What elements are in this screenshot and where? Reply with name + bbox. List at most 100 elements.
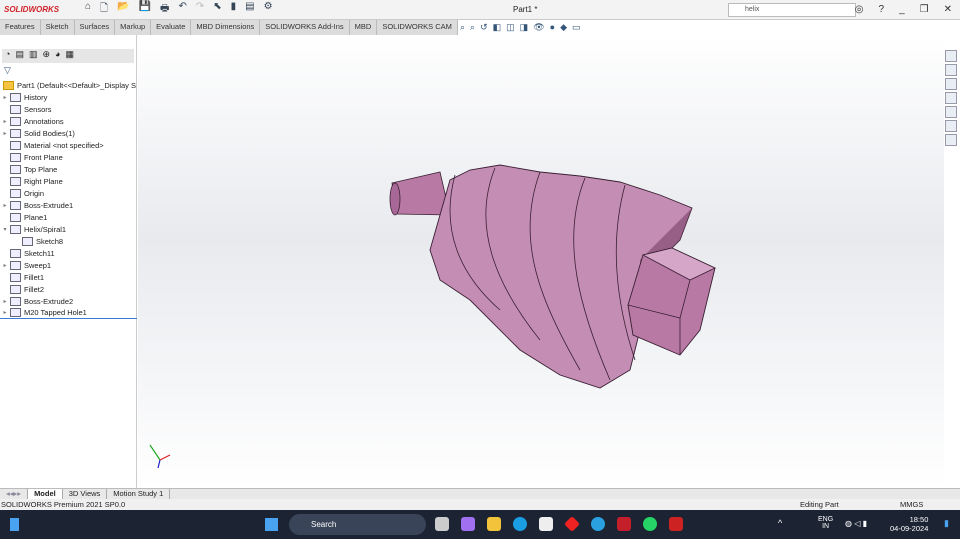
tab-motion-study[interactable]: Motion Study 1: [107, 489, 171, 499]
zoom-area-icon[interactable]: ⌕: [470, 22, 475, 33]
appearances-icon[interactable]: [945, 106, 957, 118]
options-gear-icon[interactable]: ⚙: [264, 1, 273, 18]
dimxpert-tab-icon[interactable]: ⊕: [42, 49, 50, 63]
expand-arrow-icon[interactable]: ▸: [0, 298, 10, 305]
feature-manager-tab-icon[interactable]: ◔: [5, 49, 10, 63]
tab-addins[interactable]: SOLIDWORKS Add-Ins: [260, 20, 350, 35]
tab-surfaces[interactable]: Surfaces: [75, 20, 116, 35]
tree-item[interactable]: Fillet1: [0, 271, 137, 283]
file-explorer-icon[interactable]: [487, 517, 501, 531]
filter-icon[interactable]: ▽: [4, 65, 11, 76]
close-button[interactable]: ✕: [944, 4, 952, 15]
design-library-icon[interactable]: [945, 64, 957, 76]
network-volume-battery-icons[interactable]: ◍ ◁ ▮: [845, 519, 867, 528]
tree-item[interactable]: Right Plane: [0, 175, 137, 187]
start-button[interactable]: [265, 518, 278, 531]
help-app-icon[interactable]: [591, 517, 605, 531]
task-view-icon[interactable]: [435, 517, 449, 531]
previous-view-icon[interactable]: ↺: [480, 22, 488, 33]
tree-item[interactable]: ▸ Annotations: [0, 115, 137, 127]
app-diamond-icon[interactable]: [564, 516, 580, 532]
configuration-manager-tab-icon[interactable]: ▥: [29, 49, 38, 63]
copilot-icon[interactable]: [461, 517, 475, 531]
tree-item[interactable]: ▸ Boss-Extrude2: [0, 295, 137, 307]
restore-button[interactable]: ❐: [920, 4, 929, 15]
clock-date[interactable]: 04-09-2024: [890, 524, 928, 533]
appearance-icon[interactable]: ●: [550, 22, 555, 33]
expand-arrow-icon[interactable]: ▸: [0, 118, 10, 125]
undo-icon[interactable]: ↶: [178, 1, 186, 18]
redo-icon[interactable]: ↷: [196, 1, 204, 18]
edge-icon[interactable]: [513, 517, 527, 531]
view-orientation-icon[interactable]: ◫: [506, 22, 515, 33]
language-code[interactable]: ENG: [818, 516, 833, 523]
tree-item[interactable]: Sketch11: [0, 247, 137, 259]
rebuild-icon[interactable]: ▮: [231, 1, 237, 18]
view-settings-icon[interactable]: ▭: [572, 22, 581, 33]
tree-item[interactable]: Front Plane: [0, 151, 137, 163]
select-icon[interactable]: ⬉: [213, 1, 221, 18]
language-region[interactable]: IN: [818, 523, 833, 530]
tab-sketch[interactable]: Sketch: [41, 20, 75, 35]
tab-3d-views[interactable]: 3D Views: [63, 489, 108, 499]
hide-show-icon[interactable]: 👁: [533, 22, 544, 33]
expand-arrow-icon[interactable]: ▸: [0, 130, 10, 137]
display-style-icon[interactable]: ◨: [520, 22, 529, 33]
taskbar-search[interactable]: Search: [289, 514, 426, 535]
tree-item[interactable]: Origin: [0, 187, 137, 199]
expand-arrow-icon[interactable]: ▸: [0, 309, 10, 316]
help-icon[interactable]: ?: [879, 4, 885, 15]
tree-item[interactable]: ▸ Boss-Extrude1: [0, 199, 137, 211]
solidworks-resources-icon[interactable]: [945, 50, 957, 62]
tab-cam[interactable]: SOLIDWORKS CAM: [377, 20, 458, 35]
store-icon[interactable]: [539, 517, 553, 531]
tab-markup[interactable]: Markup: [115, 20, 152, 35]
search-input[interactable]: helix: [728, 3, 856, 17]
expand-arrow-icon[interactable]: ▸: [0, 94, 10, 101]
user-icon[interactable]: ◎: [855, 4, 864, 15]
whatsapp-icon[interactable]: [643, 517, 657, 531]
expand-arrow-icon[interactable]: ▸: [0, 202, 10, 209]
tab-features[interactable]: Features: [0, 20, 41, 35]
print-icon[interactable]: 🖶: [160, 1, 169, 18]
view-palette-icon[interactable]: [945, 92, 957, 104]
property-manager-tab-icon[interactable]: ▤: [15, 49, 24, 63]
mcafee-icon[interactable]: [617, 517, 631, 531]
tree-item[interactable]: Sketch8: [0, 235, 137, 247]
graphics-area[interactable]: [138, 35, 944, 488]
tab-mbd[interactable]: MBD: [350, 20, 378, 35]
tree-item[interactable]: Plane1: [0, 211, 137, 223]
tree-item[interactable]: ▸ Solid Bodies(1): [0, 127, 137, 139]
tree-item[interactable]: Fillet2: [0, 283, 137, 295]
tree-item[interactable]: ▸ Sweep1: [0, 259, 137, 271]
zoom-fit-icon[interactable]: ⌕: [460, 22, 465, 33]
clock-time[interactable]: 18:50: [890, 515, 929, 524]
cam-tab-icon[interactable]: ▦: [65, 49, 74, 63]
file-explorer-icon[interactable]: [945, 78, 957, 90]
tab-scroll-arrows[interactable]: ◂◂▸▸: [0, 489, 29, 499]
units-selector[interactable]: MMGS: [900, 500, 923, 509]
tree-item[interactable]: Sensors: [0, 103, 137, 115]
file-properties-icon[interactable]: ▤: [245, 1, 254, 18]
display-manager-tab-icon[interactable]: ◕: [55, 49, 60, 63]
scene-icon[interactable]: ◆: [560, 22, 567, 33]
open-icon[interactable]: 📂: [117, 1, 129, 18]
tree-root[interactable]: Part1 (Default<<Default>_Display S: [0, 79, 137, 91]
minimize-button[interactable]: _: [899, 4, 905, 15]
forum-icon[interactable]: [945, 134, 957, 146]
tree-item[interactable]: ▸ History: [0, 91, 137, 103]
notification-icon[interactable]: ▮: [944, 518, 949, 529]
section-view-icon[interactable]: ◧: [493, 22, 502, 33]
solidworks-taskbar-icon[interactable]: [669, 517, 683, 531]
new-icon[interactable]: 🗋: [100, 1, 108, 18]
tab-evaluate[interactable]: Evaluate: [151, 20, 192, 35]
tab-mbd-dimensions[interactable]: MBD Dimensions: [191, 20, 261, 35]
widgets-icon[interactable]: [10, 518, 19, 531]
tab-model[interactable]: Model: [28, 489, 63, 499]
custom-properties-icon[interactable]: [945, 120, 957, 132]
tray-chevron-icon[interactable]: ^: [778, 518, 782, 528]
tree-item[interactable]: ▾ Helix/Spiral1: [0, 223, 137, 235]
expand-arrow-icon[interactable]: ▸: [0, 262, 10, 269]
tree-item[interactable]: Material <not specified>: [0, 139, 137, 151]
tree-item[interactable]: ▸ M20 Tapped Hole1: [0, 307, 137, 319]
